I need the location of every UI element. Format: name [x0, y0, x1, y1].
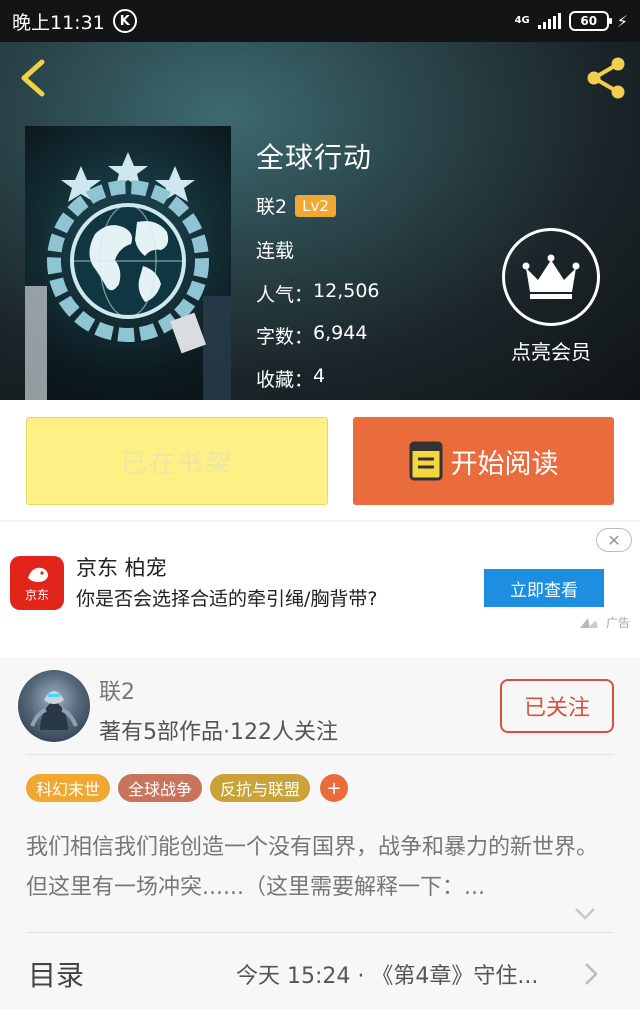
- expand-chevron-icon[interactable]: [574, 906, 596, 922]
- word-count-stat: 字数： 6,944: [256, 322, 367, 349]
- favorites-stat: 收藏： 4: [256, 365, 325, 392]
- genre-tags: 科幻末世 全球战争 反抗与联盟 +: [26, 774, 349, 802]
- book-intro[interactable]: 我们相信我们能创造一个没有国界，战争和暴力的新世界。但这里有一场冲突......…: [26, 828, 606, 908]
- ad-banner[interactable]: 京东 京东 柏宠 你是否会选择合适的牵引绳/胸背带? 立即查看 ✕ 广告: [0, 522, 640, 658]
- book-author-row: 联2 Lv2: [256, 192, 336, 219]
- network-type: 4G: [514, 15, 530, 26]
- genre-tag[interactable]: 科幻末世: [26, 774, 111, 802]
- status-time: 晚上11:31: [12, 11, 105, 34]
- book-icon: [409, 441, 442, 481]
- favorites-value: 4: [313, 365, 326, 387]
- author-name[interactable]: 联2: [99, 674, 135, 706]
- status-time-group: 晚上11:31 K: [12, 8, 137, 35]
- start-reading-label: 开始阅读: [450, 448, 559, 480]
- crown-icon: [502, 228, 600, 326]
- book-header: 全球行动 联2 Lv2 连载 人气： 12,506 字数： 6,944 收藏： …: [0, 42, 640, 400]
- author-meta: 著有5部作品·122人关注: [99, 720, 338, 745]
- ad-brand: 京东: [24, 587, 49, 602]
- toc-label: 目录: [28, 959, 85, 992]
- divider: [26, 932, 614, 933]
- ad-tag-label: 广告: [605, 616, 630, 630]
- table-of-contents-row[interactable]: 目录 今天 15:24 · 《第4章》守住...: [0, 934, 640, 1009]
- author-level-badge: Lv2: [295, 194, 336, 217]
- in-shelf-button[interactable]: 已在书架: [26, 417, 328, 505]
- k-app-icon: K: [112, 9, 137, 33]
- book-author[interactable]: 联2: [256, 192, 287, 219]
- follow-button[interactable]: 已关注: [500, 679, 614, 733]
- status-right: 4G 60 ⚡: [515, 11, 628, 31]
- word-count-value: 6,944: [313, 322, 368, 344]
- vip-button[interactable]: 点亮会员: [500, 228, 602, 365]
- book-title: 全球行动: [256, 141, 373, 174]
- author-avatar[interactable]: [18, 670, 90, 742]
- genre-tag[interactable]: 反抗与联盟: [210, 774, 311, 802]
- latest-chapter: 今天 15:24 · 《第4章》守住...: [236, 964, 539, 989]
- add-tag-button[interactable]: +: [320, 774, 349, 802]
- author-section: 联2 著有5部作品·122人关注 已关注 科幻末世 全球战争 反抗与联盟 + 我…: [0, 660, 640, 1009]
- ad-description: 你是否会选择合适的牵引绳/胸背带?: [76, 588, 378, 610]
- charging-bolt-icon: ⚡: [616, 11, 628, 31]
- book-cover[interactable]: [25, 126, 231, 400]
- vip-label: 点亮会员: [511, 340, 591, 364]
- robot-avatar-icon: [30, 691, 78, 730]
- battery-icon: 60: [568, 11, 612, 31]
- share-icon[interactable]: [582, 56, 630, 100]
- ad-network-icon: [579, 617, 598, 628]
- action-bar: 已在书架 开始阅读: [0, 400, 640, 520]
- popularity-stat: 人气： 12,506: [256, 280, 380, 307]
- back-arrow-icon[interactable]: [16, 58, 52, 98]
- ad-cta-button[interactable]: 立即查看: [484, 569, 604, 607]
- ad-close-icon[interactable]: ✕: [596, 528, 632, 552]
- popularity-value: 12,506: [313, 280, 380, 302]
- serial-status: 连载: [256, 240, 295, 262]
- favorites-label: 收藏：: [256, 369, 314, 391]
- status-bar: 晚上11:31 K 4G 60 ⚡: [0, 0, 640, 42]
- ad-tag: 广告: [579, 614, 630, 631]
- word-count-label: 字数：: [256, 326, 314, 348]
- ad-title: 京东 柏宠: [76, 556, 167, 580]
- jd-logo-icon: 京东: [10, 556, 64, 610]
- genre-tag[interactable]: 全球战争: [118, 774, 203, 802]
- divider: [26, 754, 614, 755]
- popularity-label: 人气：: [256, 284, 314, 306]
- signal-icon: [537, 13, 561, 29]
- chevron-right-icon: [585, 963, 598, 985]
- start-reading-button[interactable]: 开始阅读: [353, 417, 614, 505]
- globe-emblem-icon: [25, 152, 231, 400]
